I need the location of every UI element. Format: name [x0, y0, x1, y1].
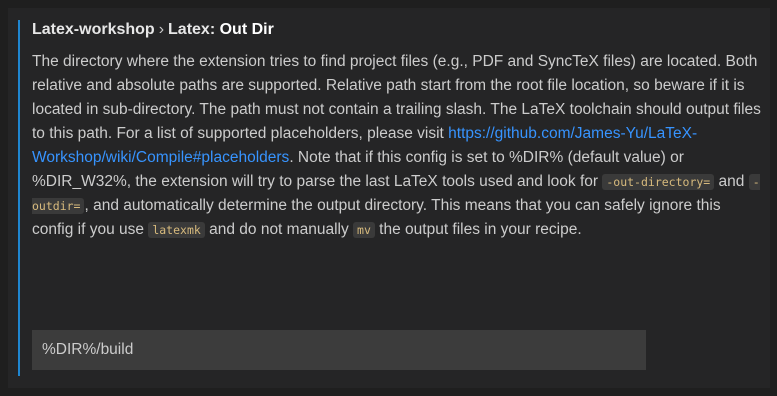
setting-group: Latex:	[168, 21, 216, 38]
description-text: the output files in your recipe.	[374, 221, 582, 238]
inline-code-mv: mv	[353, 222, 375, 238]
settings-editor: Latex-workshop › Latex: Out Dir The direct…	[0, 0, 777, 396]
setting-title: Latex-workshop › Latex: Out Dir	[32, 18, 764, 42]
setting-category: Latex-workshop	[32, 21, 155, 38]
description-text: and do not manually	[204, 221, 354, 238]
inline-code-out-directory: -out-directory=	[602, 174, 715, 190]
description-text: and	[714, 173, 749, 190]
setting-name: Out Dir	[219, 21, 274, 38]
setting-description: The directory where the extension tries …	[32, 50, 764, 242]
out-dir-input[interactable]	[32, 330, 646, 370]
setting-item-out-dir: Latex-workshop › Latex: Out Dir The direct…	[32, 18, 764, 242]
breadcrumb-separator: ›	[158, 21, 165, 38]
inline-code-latexmk: latexmk	[148, 222, 205, 238]
focus-indicator	[18, 20, 20, 376]
